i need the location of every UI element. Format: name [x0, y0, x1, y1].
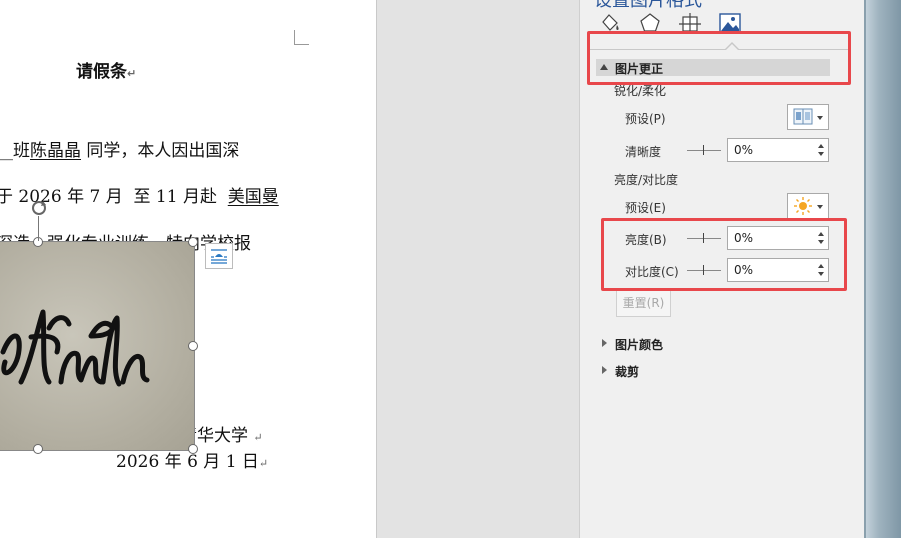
window-gap: [377, 0, 580, 538]
resize-handle-right[interactable]: [188, 341, 198, 351]
sharpness-value[interactable]: 0%: [734, 143, 753, 157]
sharpness-label: 清晰度: [625, 145, 662, 159]
document-canvas: 请假条↵ __班陈晶晶 同学，本人因出国深 于 2026 年 7 月 至 11 …: [0, 0, 377, 538]
format-picture-pane: 设置图片格式 图片更正 锐化/柔化 预设(P) 清晰度 0% 亮度/对比度 预设…: [580, 0, 864, 538]
layout-options-icon: [211, 249, 227, 264]
sharpen-preset-dropdown[interactable]: [787, 104, 829, 130]
bc-preset-dropdown[interactable]: [787, 193, 829, 219]
doc-title[interactable]: 请假条↵: [76, 57, 136, 82]
sharpness-spinner[interactable]: 0%: [727, 138, 829, 162]
handwriting-drawing: [0, 309, 150, 387]
resize-handle-bottom[interactable]: [33, 444, 43, 454]
chevron-down-icon: [817, 205, 823, 209]
highlight-box-brightness-contrast: [601, 218, 847, 291]
section-picture-color-header[interactable]: 图片颜色: [615, 336, 663, 353]
collapsed-triangle-icon: [602, 339, 607, 347]
sun-icon: [794, 197, 812, 215]
group-brightness-contrast: 亮度/对比度: [614, 173, 679, 187]
sharpen-preset-icon: [793, 108, 813, 125]
resize-handle-bottom-right[interactable]: [188, 444, 198, 454]
doc-line-1[interactable]: __班陈晶晶 同学，本人因出国深: [0, 136, 239, 161]
spin-up-icon[interactable]: [818, 144, 824, 148]
rotate-handle-icon[interactable]: [29, 198, 49, 218]
highlight-box-correction: [587, 31, 851, 85]
spin-down-icon[interactable]: [818, 152, 824, 156]
sharpness-slider[interactable]: [687, 145, 721, 155]
reset-button[interactable]: 重置(R): [616, 290, 671, 317]
rotate-handle-stem: [38, 216, 39, 241]
collapsed-triangle-icon: [602, 366, 607, 374]
section-crop-header[interactable]: 裁剪: [615, 363, 639, 380]
chevron-down-icon: [817, 116, 823, 120]
page-margin-corner: [294, 30, 309, 45]
sharpen-preset-label: 预设(P): [625, 112, 666, 126]
layout-options-button[interactable]: [205, 243, 233, 269]
desktop-edge: [864, 0, 901, 538]
resize-handle-top-right[interactable]: [188, 237, 198, 247]
bc-preset-label: 预设(E): [625, 201, 666, 215]
selected-signature-image[interactable]: [0, 241, 195, 451]
